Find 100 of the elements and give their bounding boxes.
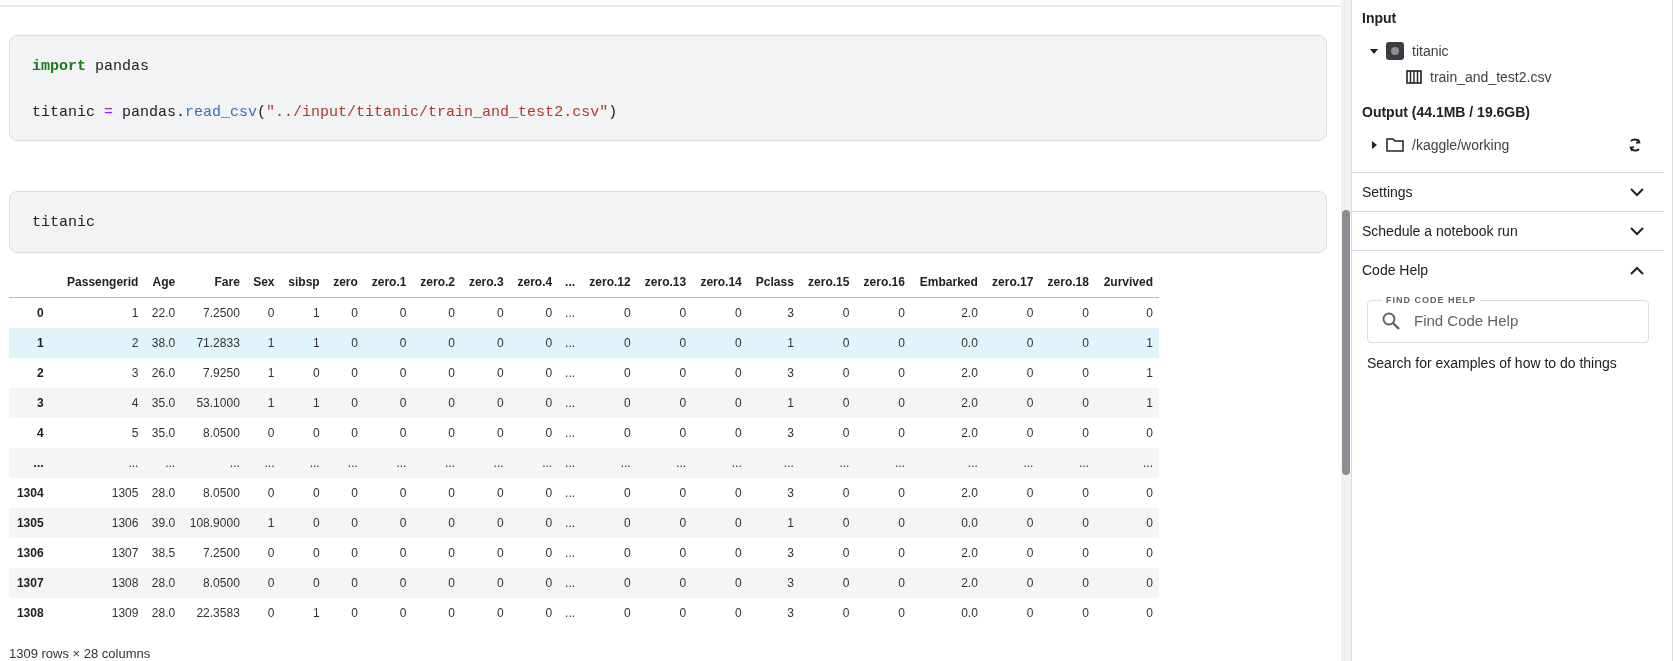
search-field[interactable]: FIND CODE HELP Find Code Help: [1367, 295, 1649, 343]
table-cell: 0: [799, 358, 856, 388]
table-cell: 0: [509, 598, 559, 628]
table-cell: 1308: [57, 568, 145, 598]
table-cell: 0: [412, 568, 461, 598]
code-cell[interactable]: titanic: [9, 190, 1327, 253]
table-cell: 3: [747, 568, 800, 598]
table-cell: 0: [636, 388, 693, 418]
table-cell: 1306: [57, 508, 145, 538]
table-cell: 1: [1094, 328, 1159, 358]
table-cell: 0: [461, 538, 510, 568]
dataset-thumbnail-icon: [1386, 42, 1404, 60]
search-input[interactable]: Find Code Help: [1412, 311, 1634, 330]
column-header: zero: [325, 267, 364, 298]
table-cell: 0: [636, 418, 693, 448]
table-cell: 0: [412, 388, 461, 418]
table-cell: 3: [747, 598, 800, 628]
table-cell: 0: [509, 538, 559, 568]
table-cell: ...: [325, 448, 364, 478]
hint-text: Search for examples of how to do things: [1366, 354, 1618, 373]
tree-item-label[interactable]: /kaggle/working: [1412, 137, 1510, 153]
table-cell: ...: [558, 568, 582, 598]
row-index: 1304: [9, 478, 58, 508]
table-cell: 0: [1094, 297, 1159, 328]
section-header[interactable]: Code Help: [1352, 251, 1664, 289]
column-header: zero.1: [363, 267, 413, 298]
caret-icon[interactable]: [1370, 141, 1378, 149]
table-cell: 0: [280, 418, 326, 448]
table-cell: 0: [855, 568, 911, 598]
table-cell: 1: [57, 297, 145, 328]
table-cell: 0: [245, 478, 281, 508]
row-index: 4: [9, 418, 58, 448]
table-cell: 0: [799, 508, 856, 538]
column-header: zero.12: [581, 267, 637, 298]
table-cell: 35.0: [144, 388, 182, 418]
table-cell: 53.1000: [181, 388, 246, 418]
table-cell: 0: [855, 598, 911, 628]
table-cell: 0: [581, 418, 637, 448]
table-cell: 0: [636, 538, 693, 568]
table-cell: 0: [412, 478, 461, 508]
table-cell: 2.0: [910, 478, 984, 508]
table-summary: 1309 rows × 28 columns: [9, 646, 152, 661]
table-cell: 0: [1039, 598, 1095, 628]
table-cell: 0: [325, 297, 364, 328]
table-cell: 0: [799, 598, 856, 628]
row-index: 3: [9, 388, 58, 418]
table-cell: 1: [245, 358, 281, 388]
table-cell: 1: [747, 328, 800, 358]
table-cell: 0: [636, 328, 693, 358]
table-cell: 28.0: [144, 568, 182, 598]
table-cell: 0: [636, 568, 693, 598]
scrollbar-thumb[interactable]: [1342, 210, 1350, 475]
table-cell: 0: [363, 538, 413, 568]
table-cell: 39.0: [144, 508, 182, 538]
table-cell: 0: [636, 508, 693, 538]
table-cell: 0: [692, 598, 748, 628]
table-cell: 0: [636, 358, 693, 388]
table-cell: 38.0: [144, 328, 182, 358]
column-header: Embarked: [910, 267, 984, 298]
table-cell: 8.0500: [181, 418, 246, 448]
table-cell: 0: [799, 297, 856, 328]
table-cell: 0: [363, 358, 413, 388]
table-cell: 0: [412, 297, 461, 328]
table-cell: 0: [799, 478, 856, 508]
table-cell: 0.0: [910, 508, 984, 538]
table-cell: 1: [245, 388, 281, 418]
table-cell: 0: [461, 568, 510, 598]
scrollbar[interactable]: [1341, 0, 1351, 661]
row-index: 2: [9, 358, 58, 388]
table-cell: 1307: [57, 538, 145, 568]
table-cell: 0: [509, 478, 559, 508]
table-cell: 0: [325, 328, 364, 358]
section-header[interactable]: Schedule a notebook run: [1352, 212, 1664, 250]
table-cell: 1: [747, 388, 800, 418]
table-cell: 3: [57, 358, 145, 388]
column-header: zero.4: [509, 267, 559, 298]
row-index: 1307: [9, 568, 58, 598]
table-cell: ...: [509, 448, 559, 478]
table-cell: 1: [747, 508, 800, 538]
table-cell: 0: [692, 297, 748, 328]
table-cell: 0: [280, 508, 326, 538]
column-header: 2urvived: [1094, 267, 1159, 298]
table-cell: ...: [558, 328, 582, 358]
table-cell: 0: [636, 297, 693, 328]
table-cell: 0: [461, 297, 510, 328]
table-cell: 0: [412, 538, 461, 568]
table-cell: 38.5: [144, 538, 182, 568]
table-cell: 0: [509, 328, 559, 358]
table-cell: ...: [181, 448, 246, 478]
table-cell: 0: [692, 388, 748, 418]
table-cell: 26.0: [144, 358, 182, 388]
tree-item-label[interactable]: train_and_test2.csv: [1430, 69, 1552, 85]
section-header[interactable]: Settings: [1352, 173, 1664, 211]
table-cell: 0: [581, 568, 637, 598]
code-cell[interactable]: import pandas titanic = pandas.read_csv("../input/titanic/train_and_test2.csv"): [9, 35, 1327, 141]
refresh-icon[interactable]: [1628, 138, 1642, 152]
tree-item-label[interactable]: titanic: [1412, 43, 1449, 59]
table-cell: 0: [509, 508, 559, 538]
column-header: zero.16: [855, 267, 911, 298]
caret-icon[interactable]: [1370, 47, 1378, 55]
